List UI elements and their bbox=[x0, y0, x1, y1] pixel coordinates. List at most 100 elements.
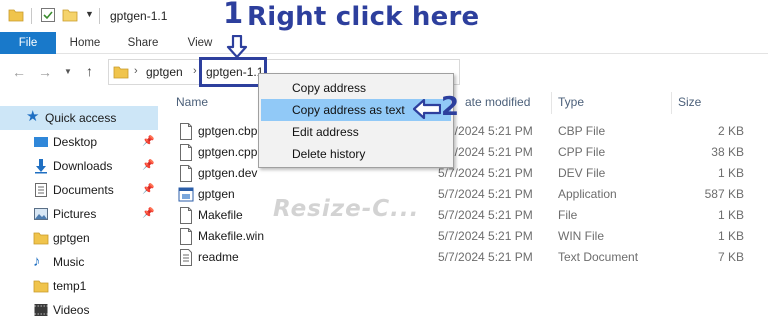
annotation-step-1-text: Right click here bbox=[247, 2, 480, 32]
file-icon bbox=[178, 123, 194, 140]
file-date: 5/7/2024 5:21 PM bbox=[438, 229, 533, 243]
column-header-name[interactable]: Name bbox=[176, 95, 208, 109]
file-date: 5/7/2024 5:21 PM bbox=[438, 166, 533, 180]
file-type: CPP File bbox=[558, 145, 606, 159]
tab-view[interactable]: View bbox=[176, 32, 224, 54]
breadcrumb-separator-icon: › bbox=[193, 65, 197, 77]
sidebar-item-quick-access[interactable]: ★ Quick access bbox=[0, 106, 158, 130]
navigation-pane: ★ Quick access Desktop 📌 Downloads 📌 Doc… bbox=[0, 92, 160, 331]
file-type: CBP File bbox=[558, 124, 606, 138]
context-menu: Copy address Copy address as text Edit a… bbox=[258, 73, 454, 168]
file-icon bbox=[178, 207, 194, 224]
tab-share[interactable]: Share bbox=[118, 32, 168, 54]
sidebar-item-temp1[interactable]: temp1 bbox=[0, 274, 158, 298]
breadcrumb-gptgen[interactable]: gptgen bbox=[146, 65, 183, 79]
sidebar-item-downloads[interactable]: Downloads 📌 bbox=[0, 154, 158, 178]
file-row[interactable]: gptgen 5/7/2024 5:21 PM Application 587 … bbox=[162, 184, 752, 205]
pin-icon[interactable]: 📌 bbox=[142, 202, 154, 226]
breadcrumb-separator-icon: › bbox=[134, 65, 138, 77]
file-name: readme bbox=[198, 250, 239, 264]
folder-icon bbox=[33, 230, 49, 246]
pin-icon[interactable]: 📌 bbox=[142, 178, 154, 202]
column-header-size[interactable]: Size bbox=[678, 95, 701, 109]
pictures-icon bbox=[33, 206, 49, 222]
sidebar-item-desktop[interactable]: Desktop 📌 bbox=[0, 130, 158, 154]
file-date: 5/7/2024 5:21 PM bbox=[438, 250, 533, 264]
file-type: File bbox=[558, 208, 578, 222]
file-type: Text Document bbox=[558, 250, 639, 264]
file-row[interactable]: gptgen.cbp 5/7/2024 5:21 PM CBP File 2 K… bbox=[162, 121, 752, 142]
watermark: Resize-C... bbox=[273, 196, 420, 222]
file-size: 38 KB bbox=[711, 145, 744, 159]
sidebar-item-label: Videos bbox=[53, 303, 90, 317]
documents-icon bbox=[33, 182, 49, 198]
window-title: gptgen-1.1 bbox=[110, 9, 168, 23]
application-icon bbox=[178, 186, 194, 203]
file-icon bbox=[178, 165, 194, 182]
file-size: 1 KB bbox=[717, 166, 744, 180]
sidebar-item-label: Downloads bbox=[53, 159, 113, 173]
pin-icon[interactable]: 📌 bbox=[142, 154, 154, 178]
up-arrow-icon[interactable]: ↑ bbox=[86, 63, 93, 79]
file-size: 1 KB bbox=[717, 229, 744, 243]
file-type: DEV File bbox=[558, 166, 606, 180]
ribbon: File Home Share View bbox=[0, 32, 768, 54]
sidebar-item-pictures[interactable]: Pictures 📌 bbox=[0, 202, 158, 226]
file-row[interactable]: gptgen.cpp 5/7/2024 5:21 PM CPP File 38 … bbox=[162, 142, 752, 163]
sidebar-item-label: Desktop bbox=[53, 135, 98, 149]
desktop-icon bbox=[33, 134, 49, 150]
column-header-date-modified[interactable]: ate modified bbox=[465, 95, 530, 109]
sidebar-item-music[interactable]: ♪ Music bbox=[0, 250, 158, 274]
menu-item-delete-history[interactable]: Delete history bbox=[261, 143, 451, 165]
properties-icon[interactable] bbox=[40, 7, 56, 26]
recent-locations-chevron-icon[interactable]: ▼ bbox=[64, 67, 72, 76]
annotation-left-arrow-icon bbox=[413, 99, 441, 119]
file-icon bbox=[178, 228, 194, 245]
folder-icon bbox=[8, 7, 24, 26]
forward-arrow-icon[interactable]: → bbox=[38, 64, 52, 80]
sidebar-item-videos[interactable]: Videos bbox=[0, 298, 158, 322]
file-row[interactable]: Makefile.win 5/7/2024 5:21 PM WIN File 1… bbox=[162, 226, 752, 247]
sidebar-item-label: Music bbox=[53, 255, 85, 269]
downloads-icon bbox=[33, 158, 49, 174]
back-arrow-icon[interactable]: ← bbox=[12, 64, 26, 80]
music-icon: ♪ bbox=[33, 253, 41, 270]
file-size: 587 KB bbox=[704, 187, 744, 201]
file-name: gptgen.cbp bbox=[198, 124, 258, 138]
annotation-step-2-number: 2 bbox=[441, 92, 460, 122]
sidebar-item-label: temp1 bbox=[53, 279, 87, 293]
sidebar-item-documents[interactable]: Documents 📌 bbox=[0, 178, 158, 202]
folder-icon bbox=[33, 278, 49, 294]
text-document-icon bbox=[178, 249, 194, 266]
star-icon: ★ bbox=[26, 108, 40, 125]
annotation-highlight-box bbox=[199, 57, 267, 87]
videos-icon bbox=[33, 302, 49, 318]
file-row[interactable]: readme 5/7/2024 5:21 PM Text Document 7 … bbox=[162, 247, 752, 268]
annotation-down-arrow-icon bbox=[226, 35, 248, 59]
file-type: WIN File bbox=[558, 229, 604, 243]
folder-icon bbox=[113, 64, 129, 83]
sidebar-item-label: Pictures bbox=[53, 207, 97, 221]
file-size: 2 KB bbox=[717, 124, 744, 138]
menu-item-edit-address[interactable]: Edit address bbox=[261, 121, 451, 143]
menu-item-copy-address[interactable]: Copy address bbox=[261, 77, 451, 99]
tab-home[interactable]: Home bbox=[60, 32, 110, 54]
new-folder-icon[interactable] bbox=[62, 7, 78, 26]
sidebar-item-label: Documents bbox=[53, 183, 114, 197]
file-row[interactable]: gptgen.dev 5/7/2024 5:21 PM DEV File 1 K… bbox=[162, 163, 752, 184]
file-name: gptgen.dev bbox=[198, 166, 258, 180]
sidebar-item-label: Quick access bbox=[45, 111, 117, 125]
annotation-step-1-number: 1 bbox=[223, 0, 244, 30]
file-row[interactable]: Makefile 5/7/2024 5:21 PM File 1 KB bbox=[162, 205, 752, 226]
customize-toolbar-chevron-icon[interactable]: ▼ bbox=[85, 9, 94, 19]
file-name: Makefile bbox=[198, 208, 243, 222]
pin-icon[interactable]: 📌 bbox=[142, 130, 154, 154]
column-header-type[interactable]: Type bbox=[558, 95, 584, 109]
file-name: gptgen bbox=[198, 187, 235, 201]
file-size: 7 KB bbox=[717, 250, 744, 264]
tab-file[interactable]: File bbox=[0, 32, 56, 54]
sidebar-item-gptgen[interactable]: gptgen bbox=[0, 226, 158, 250]
file-size: 1 KB bbox=[717, 208, 744, 222]
sidebar-item-label: gptgen bbox=[53, 231, 90, 245]
file-icon bbox=[178, 144, 194, 161]
